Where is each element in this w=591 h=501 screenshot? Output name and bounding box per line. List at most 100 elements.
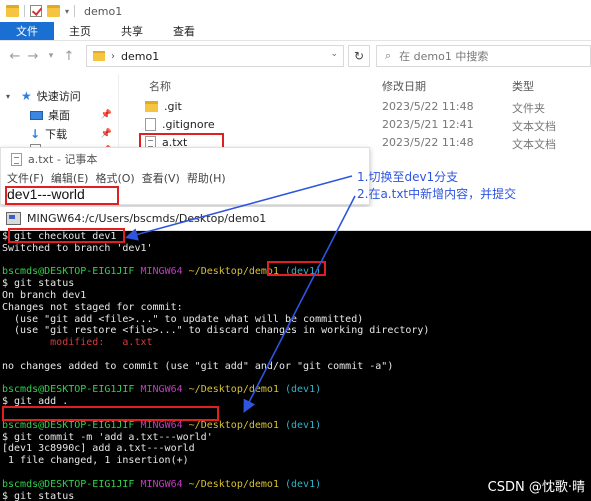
- terminal-line: no changes added to commit (use "git add…: [2, 361, 591, 373]
- terminal-line: modified: a.txt: [2, 337, 591, 349]
- ribbon-tabs: 文件 主页 共享 查看: [0, 22, 591, 41]
- tab-home[interactable]: 主页: [54, 22, 106, 40]
- properties-icon[interactable]: [30, 5, 42, 17]
- file-date: 2023/5/22 11:48: [382, 100, 474, 113]
- column-header-name[interactable]: 名称: [149, 78, 171, 94]
- folder-icon: [93, 51, 105, 61]
- terminal-text-segment: (dev1): [284, 384, 322, 396]
- sidebar-item-downloads[interactable]: ↓ 下载 📌: [30, 126, 116, 142]
- notepad-icon: [11, 152, 22, 166]
- column-header-date[interactable]: 修改日期: [382, 78, 426, 94]
- tab-share[interactable]: 共享: [106, 22, 158, 40]
- annotation-step-2: 2.在a.txt中新增内容，并提交: [357, 187, 517, 201]
- menu-view[interactable]: 查看(V): [142, 170, 180, 186]
- terminal-line: [dev1 3c8990c] add a.txt---world: [2, 443, 591, 455]
- terminal-text-segment: bscmds@DESKTOP-EIG1JIF: [2, 384, 141, 396]
- terminal-text-segment: MINGW64: [140, 478, 189, 490]
- terminal-text-segment: (dev1): [284, 419, 322, 431]
- folder-icon: [6, 5, 19, 17]
- terminal-text-segment: bscmds@DESKTOP-EIG1JIF: [2, 266, 141, 278]
- terminal-text-segment: 1 file changed, 1 insertion(+): [2, 455, 189, 467]
- terminal-text-segment: bscmds@DESKTOP-EIG1JIF: [2, 478, 141, 490]
- search-input[interactable]: ⌕ 在 demo1 中搜索: [376, 45, 591, 67]
- address-input[interactable]: › demo1 ⌄: [86, 45, 344, 67]
- annotation-step-1: 1.切换至dev1分支: [357, 170, 459, 184]
- sidebar-item-quick-access[interactable]: ▾ ★ 快速访问: [6, 88, 116, 104]
- terminal-line: On branch dev1: [2, 290, 591, 302]
- watermark: CSDN @忱歌·晴: [487, 480, 585, 495]
- terminal-line: Changes not staged for commit:: [2, 302, 591, 314]
- column-header-type[interactable]: 类型: [512, 78, 534, 94]
- notepad-title: a.txt - 记事本: [28, 153, 98, 166]
- file-name: .git: [145, 100, 182, 113]
- menu-file[interactable]: 文件(F): [7, 170, 44, 186]
- terminal-text-segment: (use "git restore <file>..." to discard …: [2, 325, 430, 337]
- chevron-down-icon[interactable]: ▾: [6, 92, 16, 101]
- terminal-text-segment: ~/Desktop/demo1: [188, 478, 285, 490]
- menu-edit[interactable]: 编辑(E): [51, 170, 89, 186]
- up-arrow-icon[interactable]: ↑: [60, 49, 78, 64]
- recent-dropdown-icon[interactable]: ▾: [42, 51, 60, 61]
- tab-view[interactable]: 查看: [158, 22, 210, 40]
- highlight-box-commit: [2, 406, 219, 421]
- forward-arrow-icon[interactable]: →: [24, 49, 42, 64]
- file-type: 文本文档: [512, 138, 556, 151]
- file-row-gitignore[interactable]: .gitignore 2023/5/21 12:41 文本文档: [119, 116, 591, 134]
- terminal-text-segment: (dev1): [284, 478, 322, 490]
- pin-icon[interactable]: 📌: [101, 129, 112, 139]
- terminal-title: MINGW64:/c/Users/bscmds/Desktop/demo1: [27, 212, 267, 225]
- terminal-line: Switched to branch 'dev1': [2, 243, 591, 255]
- quick-access-dropdown-icon[interactable]: ▾: [65, 7, 69, 16]
- terminal-text-segment: ~/Desktop/demo1: [188, 419, 285, 431]
- document-icon: [145, 118, 156, 131]
- menu-help[interactable]: 帮助(H): [187, 170, 226, 186]
- terminal-text-segment: bscmds@DESKTOP-EIG1JIF: [2, 419, 141, 431]
- terminal-text-segment: Changes not staged for commit:: [2, 301, 183, 313]
- highlight-box-branch: [267, 261, 326, 276]
- terminal-text-segment: $ git status: [2, 490, 75, 501]
- notepad-window: a.txt - 记事本 文件(F) 编辑(E) 格式(O) 查看(V) 帮助(H…: [0, 147, 370, 205]
- address-bar-row: ← → ▾ ↑ › demo1 ⌄ ↻ ⌕ 在 demo1 中搜索: [0, 41, 591, 71]
- search-placeholder: 在 demo1 中搜索: [399, 50, 489, 63]
- download-icon: ↓: [30, 127, 41, 141]
- sidebar-item-desktop[interactable]: 桌面 📌: [30, 107, 116, 123]
- terminal-line: (use "git add <file>..." to update what …: [2, 314, 591, 326]
- new-folder-icon[interactable]: [47, 5, 60, 17]
- refresh-icon: ↻: [353, 49, 365, 63]
- file-type: 文本文档: [512, 120, 556, 133]
- folder-icon: [145, 101, 158, 112]
- terminal-line: (use "git restore <file>..." to discard …: [2, 325, 591, 337]
- terminal-text-segment: no changes added to commit (use "git add…: [2, 360, 394, 372]
- terminal-window: MINGW64:/c/Users/bscmds/Desktop/demo1 $ …: [0, 207, 591, 501]
- window-title: demo1: [84, 4, 123, 18]
- file-date: 2023/5/22 11:48: [382, 136, 474, 149]
- sidebar-item-label: 下载: [45, 128, 68, 141]
- terminal-text-segment: modified: a.txt: [2, 337, 153, 349]
- terminal-text-segment: (use "git add <file>..." to update what …: [2, 313, 364, 325]
- terminal-text-segment: $ git status: [2, 278, 75, 290]
- file-date: 2023/5/21 12:41: [382, 118, 474, 131]
- back-arrow-icon[interactable]: ←: [6, 49, 24, 64]
- terminal-line: bscmds@DESKTOP-EIG1JIF MINGW64 ~/Desktop…: [2, 384, 591, 396]
- chevron-down-icon[interactable]: ⌄: [330, 49, 338, 59]
- highlight-box-checkout: [8, 228, 125, 243]
- menu-format[interactable]: 格式(O): [95, 170, 134, 186]
- search-icon: ⌕: [385, 49, 392, 62]
- terminal-line: $ git status: [2, 278, 591, 290]
- tab-file[interactable]: 文件: [0, 22, 54, 40]
- notepad-menubar: 文件(F) 编辑(E) 格式(O) 查看(V) 帮助(H): [1, 170, 369, 186]
- file-explorer-window: ▾ demo1 文件 主页 共享 查看 ← → ▾ ↑ › demo1 ⌄ ↻ …: [0, 0, 591, 160]
- divider: [74, 5, 76, 17]
- terminal-text-segment: MINGW64: [140, 419, 189, 431]
- file-row-git[interactable]: .git 2023/5/22 11:48 文件夹: [119, 98, 591, 116]
- pin-icon[interactable]: 📌: [101, 110, 112, 120]
- terminal-text-segment: Switched to branch 'dev1': [2, 242, 153, 254]
- sidebar-item-label: 快速访问: [36, 90, 81, 103]
- refresh-button[interactable]: ↻: [348, 45, 370, 67]
- terminal-line: 1 file changed, 1 insertion(+): [2, 455, 591, 467]
- sidebar-item-label: 桌面: [48, 109, 70, 122]
- notepad-titlebar: a.txt - 记事本: [1, 148, 369, 170]
- terminal-text-segment: ~/Desktop/demo1: [188, 384, 285, 396]
